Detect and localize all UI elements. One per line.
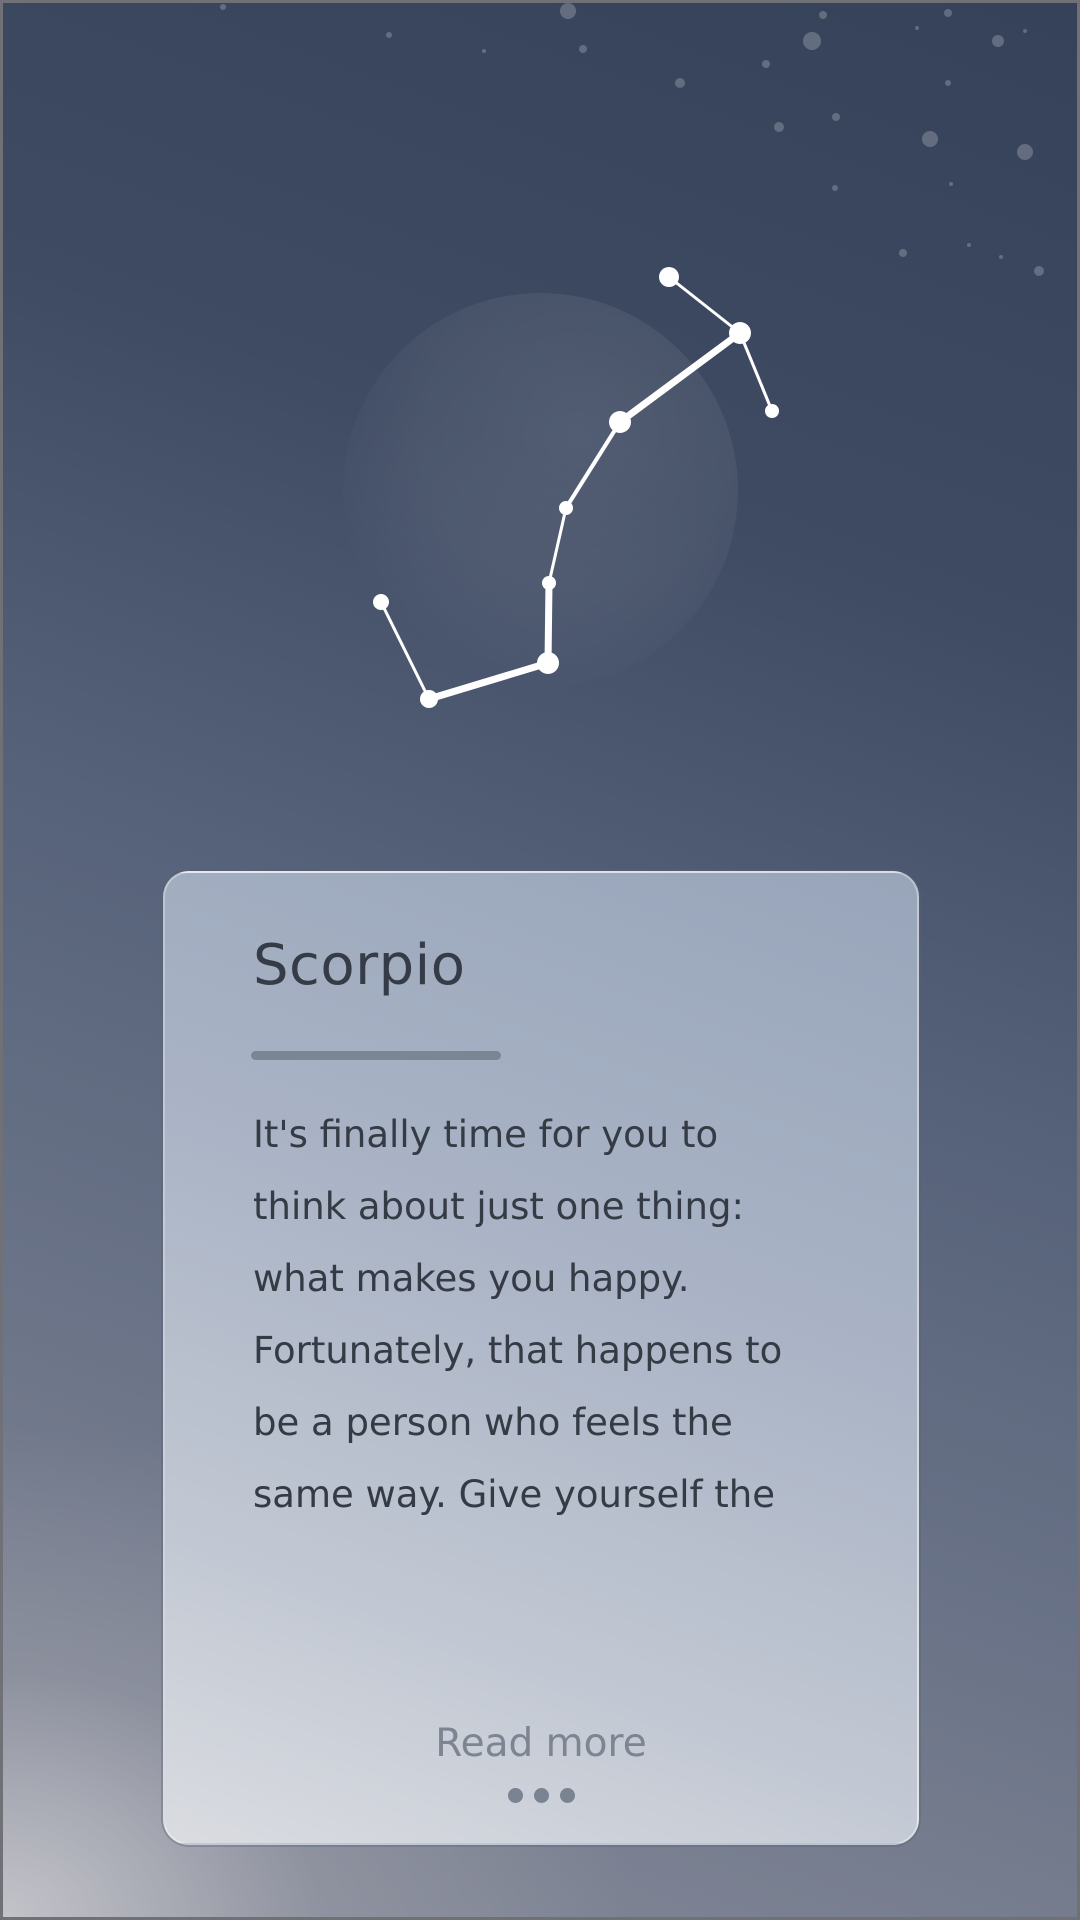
ellipsis-dot [533, 1788, 549, 1803]
ellipsis-dot [507, 1788, 523, 1803]
horoscope-screen: Scorpio It's finally time for you to thi… [0, 0, 1080, 1920]
horoscope-reading: It's finally time for you to think about… [253, 1113, 783, 1516]
title-divider [251, 1051, 501, 1060]
scorpio-constellation-icon [373, 267, 779, 708]
ellipsis-icon[interactable] [165, 1788, 917, 1803]
sign-title: Scorpio [253, 933, 466, 998]
read-more-link[interactable]: Read more [165, 1721, 917, 1766]
ellipsis-dot [559, 1788, 575, 1803]
horoscope-card: Scorpio It's finally time for you to thi… [163, 871, 919, 1845]
